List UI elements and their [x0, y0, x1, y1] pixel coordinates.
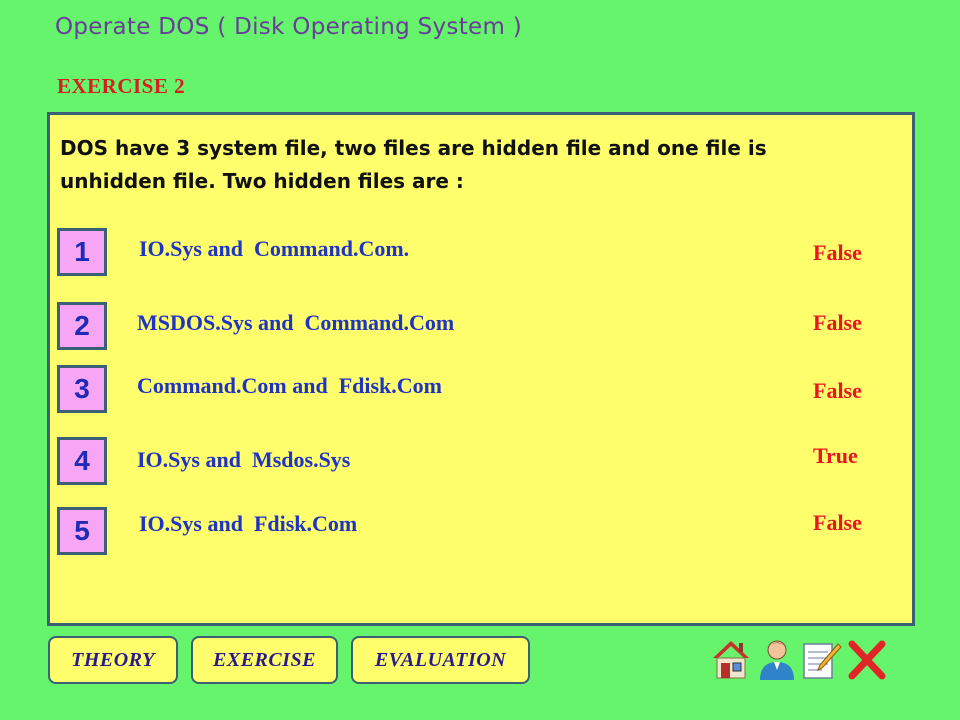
- option-1-number[interactable]: 1: [57, 228, 107, 276]
- user-icon: [760, 640, 794, 680]
- page-title: Operate DOS ( Disk Operating System ): [55, 14, 523, 40]
- option-3-verdict: False: [813, 378, 862, 403]
- notepad-pencil-icon: [803, 643, 842, 679]
- option-4-number[interactable]: 4: [57, 437, 107, 485]
- option-1-verdict: False: [813, 240, 862, 265]
- question-panel: DOS have 3 system file, two files are hi…: [47, 112, 915, 626]
- option-4-text[interactable]: IO.Sys and Msdos.Sys: [137, 447, 350, 473]
- evaluation-button-label: EVALUATION: [374, 648, 507, 671]
- option-2-verdict: False: [813, 310, 862, 335]
- option-3-text[interactable]: Command.Com and Fdisk.Com: [137, 373, 442, 399]
- option-number-label: 4: [74, 445, 90, 476]
- close-icon: [848, 640, 886, 680]
- theory-button[interactable]: THEORY: [48, 636, 178, 684]
- question-text: DOS have 3 system file, two files are hi…: [60, 136, 767, 193]
- theory-button-label: THEORY: [71, 648, 155, 671]
- option-3-number[interactable]: 3: [57, 365, 107, 413]
- notes-button[interactable]: [800, 636, 842, 682]
- home-icon: [713, 641, 749, 679]
- option-number-label: 1: [74, 236, 90, 267]
- option-5-text[interactable]: IO.Sys and Fdisk.Com: [139, 511, 357, 537]
- option-number-label: 2: [74, 310, 90, 341]
- option-number-label: 5: [74, 515, 90, 546]
- option-4-verdict: True: [813, 443, 858, 468]
- close-button[interactable]: [846, 636, 888, 682]
- user-button[interactable]: [756, 636, 798, 682]
- option-number-label: 3: [74, 373, 90, 404]
- option-2-text[interactable]: MSDOS.Sys and Command.Com: [137, 310, 454, 336]
- option-2-number[interactable]: 2: [57, 302, 107, 350]
- option-1-text[interactable]: IO.Sys and Command.Com.: [139, 236, 409, 262]
- exercise-label: EXERCISE 2: [57, 74, 186, 98]
- home-button[interactable]: [710, 636, 752, 682]
- exercise-button[interactable]: EXERCISE: [191, 636, 338, 684]
- evaluation-button[interactable]: EVALUATION: [351, 636, 530, 684]
- exercise-button-label: EXERCISE: [213, 648, 316, 671]
- option-5-verdict: False: [813, 510, 862, 535]
- option-5-number[interactable]: 5: [57, 507, 107, 555]
